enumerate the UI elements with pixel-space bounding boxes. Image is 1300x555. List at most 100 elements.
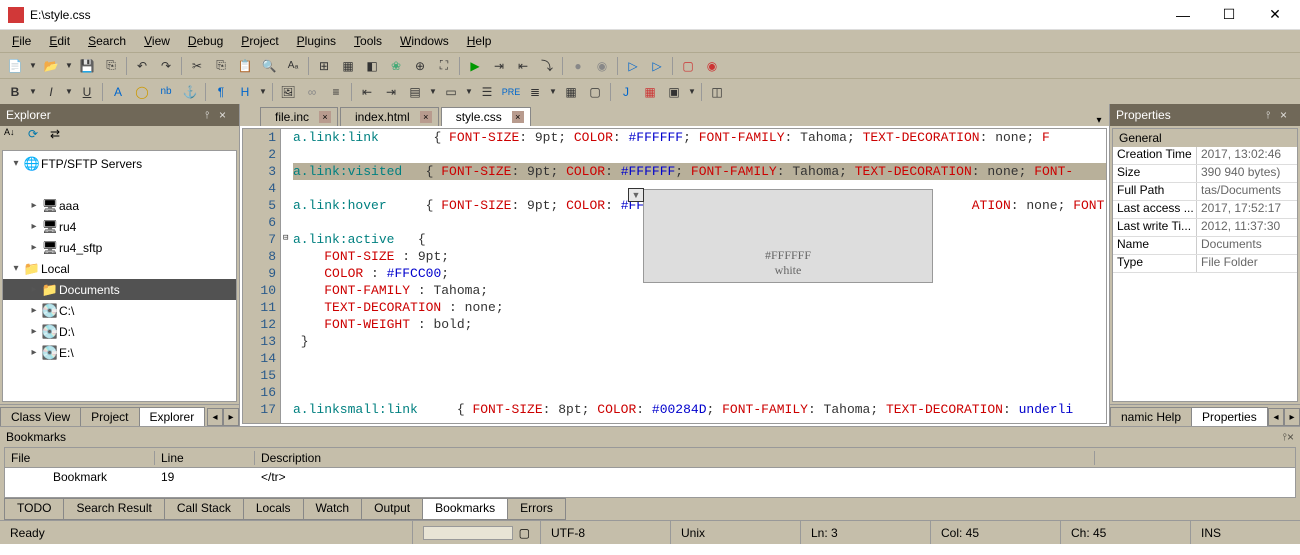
tool-button[interactable]: ◧ bbox=[361, 55, 383, 77]
underline-button[interactable]: U bbox=[76, 81, 98, 103]
maximize-button[interactable]: ☐ bbox=[1206, 0, 1252, 30]
save-all-button[interactable]: ⎘ bbox=[100, 55, 122, 77]
property-row[interactable]: Last access ...2017, 17:52:17 bbox=[1113, 201, 1297, 219]
play-button[interactable]: ▷ bbox=[646, 55, 668, 77]
paragraph-button[interactable]: ¶ bbox=[210, 81, 232, 103]
frame-button[interactable]: ◫ bbox=[706, 81, 728, 103]
css-button[interactable]: ▦ bbox=[639, 81, 661, 103]
output-tab-call-stack[interactable]: Call Stack bbox=[164, 498, 244, 520]
expand-icon[interactable]: ▸ bbox=[27, 326, 41, 337]
output-tab-locals[interactable]: Locals bbox=[243, 498, 304, 520]
editor-tab[interactable]: file.inc× bbox=[260, 107, 338, 126]
menu-project[interactable]: Project bbox=[233, 32, 286, 50]
template-button[interactable]: ▣ bbox=[663, 81, 685, 103]
menu-file[interactable]: File bbox=[4, 32, 39, 50]
box-button[interactable]: ▭ bbox=[440, 81, 462, 103]
properties-grid[interactable]: General Creation Time2017, 13:02:46Size3… bbox=[1112, 128, 1298, 402]
step-button[interactable]: ⇤ bbox=[512, 55, 534, 77]
tree-item[interactable]: ▸📁Documents bbox=[3, 279, 236, 300]
anchor-button[interactable]: ⚓ bbox=[179, 81, 201, 103]
pin-icon[interactable]: ⫯ bbox=[1266, 110, 1280, 121]
indent-button[interactable]: ⇥ bbox=[380, 81, 402, 103]
tab-close-icon[interactable]: × bbox=[512, 111, 524, 123]
list-button[interactable]: ☰ bbox=[476, 81, 498, 103]
find-button[interactable]: 🔍 bbox=[258, 55, 280, 77]
explorer-tab-project[interactable]: Project bbox=[80, 407, 139, 426]
expand-icon[interactable]: ▸ bbox=[27, 305, 41, 316]
editor-tab[interactable]: style.css× bbox=[441, 107, 531, 126]
breakpoint-button[interactable]: ◉ bbox=[591, 55, 613, 77]
step-button[interactable]: ⇥ bbox=[488, 55, 510, 77]
heading-button[interactable]: H bbox=[234, 81, 256, 103]
italic-button[interactable]: I bbox=[40, 81, 62, 103]
property-row[interactable]: Creation Time2017, 13:02:46 bbox=[1113, 147, 1297, 165]
output-tab-output[interactable]: Output bbox=[361, 498, 423, 520]
output-tab-errors[interactable]: Errors bbox=[507, 498, 566, 520]
expand-icon[interactable]: ▸ bbox=[27, 284, 41, 295]
property-row[interactable]: Full Pathtas/Documents bbox=[1113, 183, 1297, 201]
tabs-overflow-button[interactable]: ▾ bbox=[1089, 115, 1109, 126]
fullscreen-button[interactable]: ⛶ bbox=[433, 55, 455, 77]
breakpoint-button[interactable]: ● bbox=[567, 55, 589, 77]
menu-search[interactable]: Search bbox=[80, 32, 134, 50]
link-button[interactable]: ∞ bbox=[301, 81, 323, 103]
bookmarks-column-header[interactable]: Description bbox=[255, 451, 1095, 465]
table-button[interactable]: ▦ bbox=[560, 81, 582, 103]
menu-tools[interactable]: Tools bbox=[346, 32, 390, 50]
color-button[interactable]: ◯ bbox=[131, 81, 153, 103]
property-row[interactable]: Size390 940 bytes) bbox=[1113, 165, 1297, 183]
refresh-button[interactable]: ⟳ bbox=[28, 127, 48, 147]
menu-view[interactable]: View bbox=[136, 32, 178, 50]
explorer-tab-explorer[interactable]: Explorer bbox=[139, 407, 206, 426]
dropdown-icon[interactable]: ▼ bbox=[464, 81, 474, 103]
bookmark-row[interactable]: Bookmark19</tr> bbox=[5, 468, 1295, 486]
tool-button[interactable]: ❀ bbox=[385, 55, 407, 77]
menu-plugins[interactable]: Plugins bbox=[289, 32, 344, 50]
find-replace-button[interactable]: Aₐ bbox=[282, 55, 304, 77]
record-button[interactable]: ◉ bbox=[701, 55, 723, 77]
menu-edit[interactable]: Edit bbox=[41, 32, 78, 50]
step-button[interactable]: ⤵ bbox=[536, 55, 558, 77]
tool-button[interactable]: ▦ bbox=[337, 55, 359, 77]
dropdown-icon[interactable]: ▼ bbox=[64, 81, 74, 103]
output-tab-todo[interactable]: TODO bbox=[4, 498, 64, 520]
font-button[interactable]: A bbox=[107, 81, 129, 103]
align-button[interactable]: ▤ bbox=[404, 81, 426, 103]
tab-close-icon[interactable]: × bbox=[319, 111, 331, 123]
tree-item[interactable] bbox=[3, 174, 236, 195]
property-row[interactable]: Last write Ti...2012, 11:37:30 bbox=[1113, 219, 1297, 237]
menu-help[interactable]: Help bbox=[459, 32, 500, 50]
output-tab-watch[interactable]: Watch bbox=[303, 498, 363, 520]
close-icon[interactable]: × bbox=[219, 108, 233, 122]
tree-item[interactable]: ▸🖥aaa bbox=[3, 195, 236, 216]
sync-button[interactable]: ⇄ bbox=[50, 127, 70, 147]
pin-icon[interactable]: ⫯ bbox=[205, 110, 219, 121]
status-encoding[interactable]: UTF-8 bbox=[540, 521, 670, 544]
editor-tab[interactable]: index.html× bbox=[340, 107, 439, 126]
sort-button[interactable]: A↓ bbox=[4, 127, 24, 147]
tree-item[interactable]: ▸🖥ru4_sftp bbox=[3, 237, 236, 258]
dropdown-icon[interactable]: ▼ bbox=[548, 81, 558, 103]
undo-button[interactable]: ↶ bbox=[131, 55, 153, 77]
list-button[interactable]: ≣ bbox=[524, 81, 546, 103]
explorer-tab-class-view[interactable]: Class View bbox=[0, 407, 81, 426]
output-tab-search-result[interactable]: Search Result bbox=[63, 498, 164, 520]
cut-button[interactable]: ✂ bbox=[186, 55, 208, 77]
copy-button[interactable]: ⎘ bbox=[210, 55, 232, 77]
status-eol[interactable]: Unix bbox=[670, 521, 800, 544]
dropdown-icon[interactable]: ▼ bbox=[258, 81, 268, 103]
expand-icon[interactable]: ▸ bbox=[27, 200, 41, 211]
redo-button[interactable]: ↷ bbox=[155, 55, 177, 77]
expand-icon[interactable]: ▾ bbox=[9, 158, 23, 169]
status-ins[interactable]: INS bbox=[1190, 521, 1300, 544]
tree-item[interactable]: ▸💽E:\ bbox=[3, 342, 236, 363]
dropdown-icon[interactable]: ▼ bbox=[28, 55, 38, 77]
props-tab[interactable]: Properties bbox=[1191, 407, 1268, 426]
play-button[interactable]: ▷ bbox=[622, 55, 644, 77]
close-button[interactable]: ✕ bbox=[1252, 0, 1298, 30]
bookmarks-column-header[interactable]: Line bbox=[155, 451, 255, 465]
dropdown-button[interactable]: ▼ bbox=[628, 188, 644, 202]
dropdown-icon[interactable]: ▼ bbox=[28, 81, 38, 103]
bookmarks-table[interactable]: FileLineDescription Bookmark19</tr> bbox=[4, 447, 1296, 498]
bookmarks-column-header[interactable]: File bbox=[5, 451, 155, 465]
